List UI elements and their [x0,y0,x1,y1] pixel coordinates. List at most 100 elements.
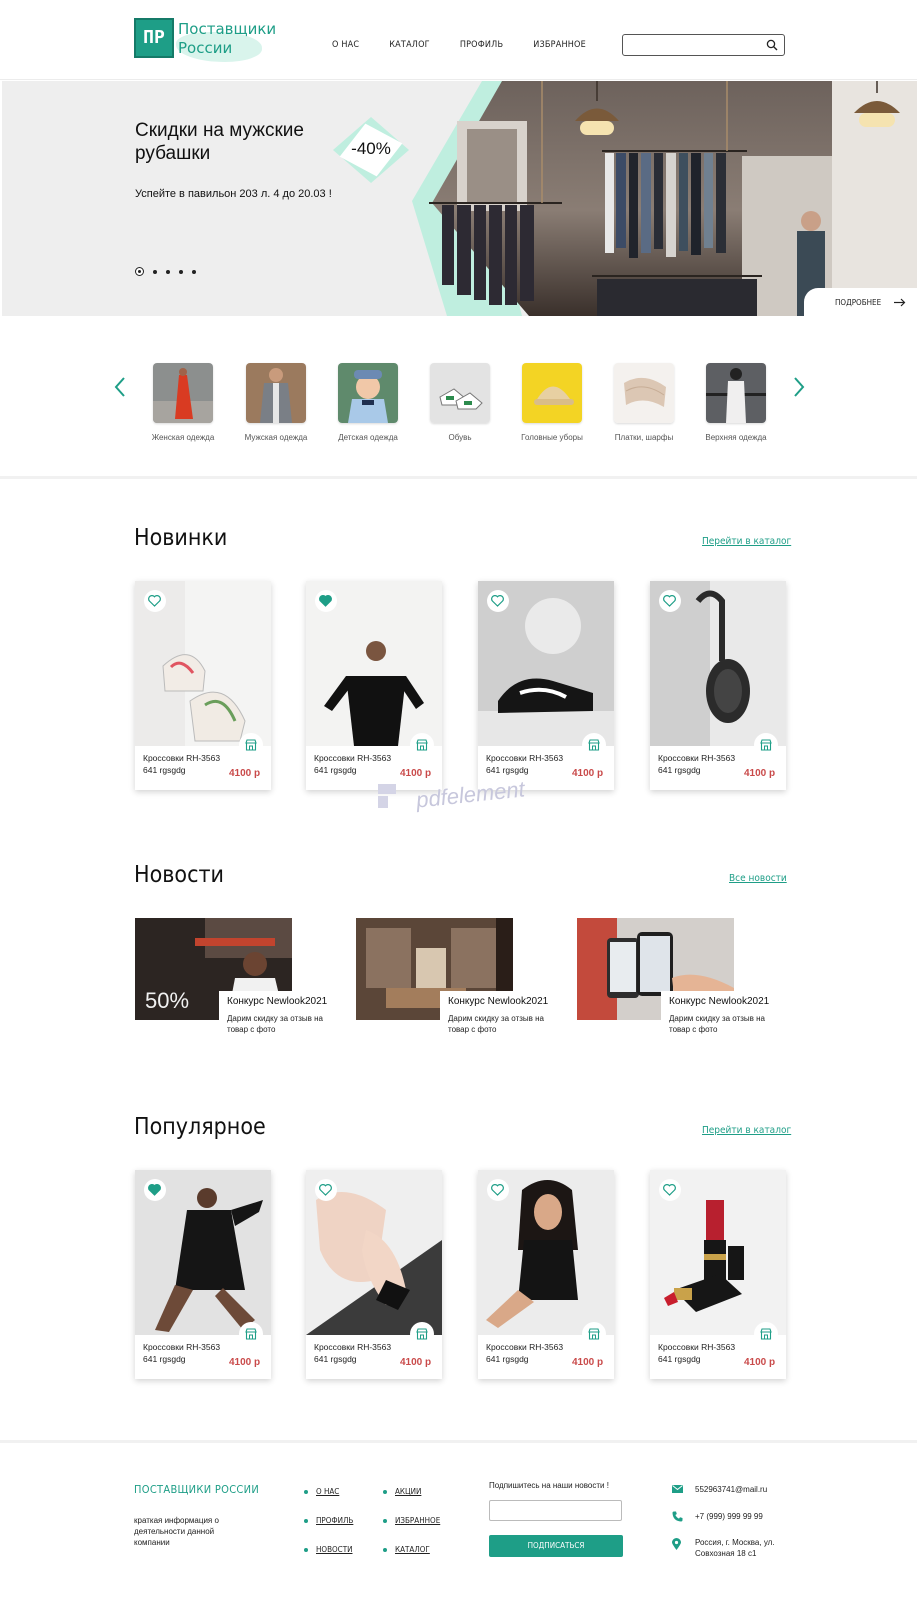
location-pin-icon [672,1538,681,1550]
slider-dot[interactable] [153,269,157,274]
favorite-button[interactable] [487,1179,509,1201]
product-card[interactable]: Кроссовки RH-3563 641 rgsgdg 4100 р [650,581,786,790]
hero-more-button[interactable]: ПОДРОБНЕЕ [804,288,917,317]
section-title-news: Новости [134,862,224,888]
favorite-button[interactable] [487,590,509,612]
link-to-catalog[interactable]: Перейти в каталог [702,536,791,547]
chevron-left-icon[interactable] [113,376,127,398]
svg-text:50%: 50% [145,988,189,1013]
category-thumb [430,363,490,423]
store-button[interactable] [410,733,434,757]
product-card[interactable]: Кроссовки RH-3563 641 rgsgdg 4100 р [478,581,614,790]
news-card[interactable]: Конкурс Newlook2021 Дарим скидку за отзы… [356,918,566,1047]
link-all-news[interactable]: Все новости [729,873,787,884]
bullet [304,1519,308,1523]
footer-phone[interactable]: +7 (999) 999 99 99 [695,1511,763,1522]
product-price: 4100 р [572,768,604,779]
category-kids[interactable]: Детская одежда [322,363,414,442]
subscribe-label: Подпишитесь на наши новости ! [489,1481,609,1490]
favorite-button[interactable] [315,1179,337,1201]
category-carousel: Женская одежда Мужская одежда Детская од… [0,317,917,479]
store-icon [588,739,600,751]
slider-dot-active[interactable] [135,267,144,276]
news-caption: Конкурс Newlook2021 Дарим скидку за отзы… [440,991,566,1047]
footer-about: краткая информация о деятельности данной… [134,1516,219,1547]
footer-email[interactable]: 552963741@mail.ru [695,1484,767,1495]
footer-link-catalog[interactable]: КАТАЛОГ [395,1545,430,1554]
category-thumb [706,363,766,423]
category-scarves[interactable]: Платки, шарфы [598,363,690,442]
slider-dot[interactable] [166,269,170,274]
store-button[interactable] [582,733,606,757]
search-input[interactable] [629,37,759,53]
footer-address: Россия, г. Москва, ул. Совхозная 18 с1 [695,1538,775,1558]
site-logo[interactable]: ПР Поставщики России [134,18,276,64]
nav-favorites[interactable]: ИЗБРАННОЕ [533,40,586,50]
product-card[interactable]: Кроссовки RH-3563 641 rgsgdg 4100 р [478,1170,614,1379]
store-button[interactable] [754,1322,778,1346]
heart-icon [319,595,332,607]
store-button[interactable] [582,1322,606,1346]
slider-dot[interactable] [192,269,196,274]
bullet [383,1490,387,1494]
footer-link-favorites[interactable]: ИЗБРАННОЕ [395,1516,440,1525]
news-caption: Конкурс Newlook2021 Дарим скидку за отзы… [661,991,787,1047]
news-caption: Конкурс Newlook2021 Дарим скидку за отзы… [219,991,345,1047]
news-title: Конкурс Newlook2021 [448,996,549,1007]
subscribe-button[interactable]: ПОДПИСАТЬСЯ [489,1535,623,1557]
nav-catalog[interactable]: КАТАЛОГ [389,40,430,50]
product-card[interactable]: Кроссовки RH-3563 641 rgsgdg 4100 р [135,1170,271,1379]
store-icon [416,1328,428,1340]
favorite-button[interactable] [315,590,337,612]
category-shoes[interactable]: Обувь [414,363,506,442]
store-button[interactable] [239,733,263,757]
product-card[interactable]: Кроссовки RH-3563 641 rgsgdg 4100 р [650,1170,786,1379]
mail-icon [672,1485,683,1493]
store-button[interactable] [239,1322,263,1346]
product-name: Кроссовки RH-3563 641 rgsgdg [658,753,736,775]
store-button[interactable] [754,733,778,757]
category-mens[interactable]: Мужская одежда [230,363,322,442]
phone-icon [672,1511,683,1522]
store-button[interactable] [410,1322,434,1346]
search-icon[interactable] [766,39,778,51]
news-card[interactable]: 50% Конкурс Newlook2021 Дарим скидку за … [135,918,345,1047]
heart-icon [663,595,676,607]
main-nav: О НАС КАТАЛОГ ПРОФИЛЬ ИЗБРАННОЕ [332,40,586,50]
footer-link-profile[interactable]: ПРОФИЛЬ [316,1516,353,1525]
nav-profile[interactable]: ПРОФИЛЬ [460,40,503,50]
favorite-button[interactable] [144,1179,166,1201]
category-womens[interactable]: Женская одежда [137,363,229,442]
news-card[interactable]: Конкурс Newlook2021 Дарим скидку за отзы… [577,918,787,1047]
store-icon [760,1328,772,1340]
category-hats[interactable]: Головные уборы [506,363,598,442]
link-to-catalog-popular[interactable]: Перейти в каталог [702,1125,791,1136]
slider-dot[interactable] [179,269,183,274]
bullet [304,1548,308,1552]
product-card[interactable]: Кроссовки RH-3563 641 rgsgdg 4100 р [306,1170,442,1379]
news-title: Конкурс Newlook2021 [669,996,770,1007]
nav-about[interactable]: О НАС [332,40,359,50]
news-text: Дарим скидку за отзыв на товар с фото [227,1014,323,1034]
product-card[interactable]: Кроссовки RH-3563 641 rgsgdg 4100 р [135,581,271,790]
site-header: ПР Поставщики России О НАС КАТАЛОГ ПРОФИ… [0,0,917,80]
store-icon [416,739,428,751]
logo-mark: ПР [134,18,174,58]
product-price: 4100 р [744,1357,776,1368]
category-outerwear[interactable]: Верхняя одежда [690,363,782,442]
pdfelement-watermark: pdfelement [376,776,546,818]
footer-link-about[interactable]: О НАС [316,1487,339,1496]
footer-link-promotions[interactable]: АКЦИИ [395,1487,421,1496]
favorite-button[interactable] [144,590,166,612]
news-text: Дарим скидку за отзыв на товар с фото [669,1014,765,1034]
footer-link-news[interactable]: НОВОСТИ [316,1545,352,1554]
subscribe-email-input[interactable] [489,1500,622,1521]
section-title-popular: Популярное [134,1114,266,1140]
product-card[interactable]: Кроссовки RH-3563 641 rgsgdg 4100 р [306,581,442,790]
favorite-button[interactable] [659,1179,681,1201]
search-box [622,34,785,56]
favorite-button[interactable] [659,590,681,612]
footer-brand[interactable]: ПОСТАВЩИКИ РОССИИ [134,1483,259,1496]
store-icon [245,739,257,751]
chevron-right-icon[interactable] [792,376,806,398]
